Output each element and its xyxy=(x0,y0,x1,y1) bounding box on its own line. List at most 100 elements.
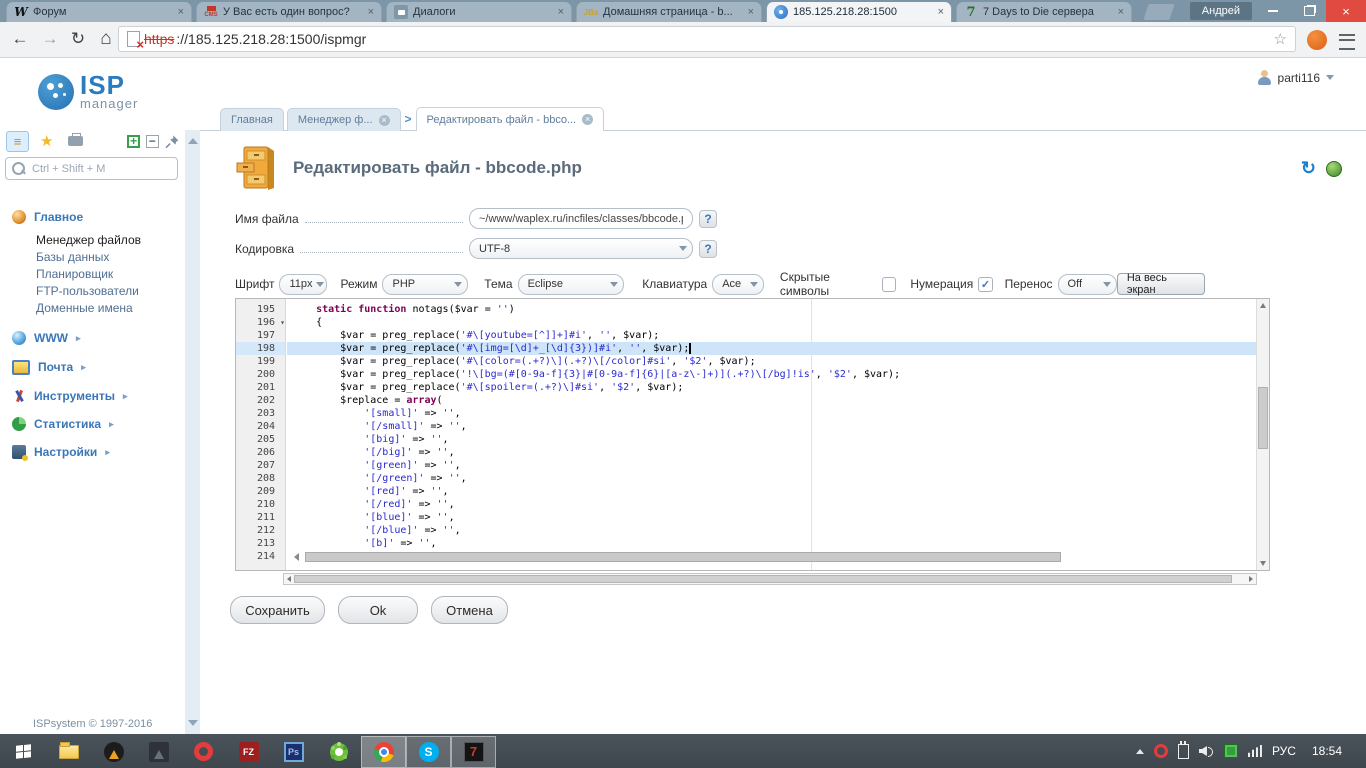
sidebar-splitter[interactable] xyxy=(185,130,200,734)
browser-tab[interactable]: 185.125.218.28:1500× xyxy=(766,2,952,22)
line-number[interactable]: 207 xyxy=(236,459,285,472)
globe-icon[interactable] xyxy=(1326,161,1342,177)
tab-edit-file[interactable]: Редактировать файл - bbco... × xyxy=(416,107,605,131)
taskbar-icq-button[interactable] xyxy=(316,736,361,768)
back-icon[interactable]: ← xyxy=(6,25,34,53)
line-number[interactable]: 213 xyxy=(236,537,285,550)
language-indicator[interactable]: РУС xyxy=(1272,744,1296,758)
browser-tab[interactable]: WФорум× xyxy=(6,2,192,22)
help-icon[interactable]: ? xyxy=(699,210,717,228)
user-menu[interactable]: parti116 xyxy=(1257,70,1334,85)
taskbar-filezilla-button[interactable]: FZ xyxy=(226,736,271,768)
outer-horizontal-scrollbar[interactable] xyxy=(283,573,1257,585)
ispmanager-logo[interactable]: ISP manager xyxy=(38,74,138,111)
code-line[interactable]: '[/small]' => '', xyxy=(287,420,1256,433)
tray-chip-icon[interactable] xyxy=(1224,744,1238,758)
scroll-right-icon[interactable] xyxy=(1249,576,1253,582)
taskbar-wot-button[interactable] xyxy=(136,736,181,768)
tray-speaker-icon[interactable] xyxy=(1199,745,1214,757)
forward-icon[interactable]: → xyxy=(36,25,64,53)
line-number[interactable]: 202 xyxy=(236,394,285,407)
code-line[interactable]: '[b]' => '', xyxy=(287,537,1256,550)
home-icon[interactable]: ⌂ xyxy=(92,25,120,53)
fold-icon[interactable]: ▾ xyxy=(280,316,285,329)
window-close-button[interactable]: × xyxy=(1326,0,1366,22)
browser-tab[interactable]: Диалоги× xyxy=(386,2,572,22)
menu-icon[interactable] xyxy=(1339,34,1355,50)
line-number[interactable]: 203 xyxy=(236,407,285,420)
reload-icon[interactable]: ↻ xyxy=(64,25,92,53)
code-line[interactable]: '[green]' => '', xyxy=(287,459,1256,472)
scroll-up-icon[interactable] xyxy=(1260,303,1266,308)
tab-close-icon[interactable]: × xyxy=(178,6,184,18)
bookmark-star-icon[interactable]: ☆ xyxy=(1274,30,1287,48)
line-number[interactable]: 204 xyxy=(236,420,285,433)
sidebar-item-главное[interactable]: Главное xyxy=(12,210,182,224)
sidebar-subitem[interactable]: Менеджер файлов xyxy=(36,232,182,249)
taskbar-explorer-button[interactable] xyxy=(46,736,91,768)
hidden-chars-checkbox[interactable] xyxy=(882,277,896,292)
tab-main[interactable]: Главная xyxy=(220,108,284,131)
code-editor[interactable]: 195196▾197198199200201202203204205206207… xyxy=(235,298,1270,571)
taskbar-alert-button[interactable] xyxy=(91,736,136,768)
code-line[interactable] xyxy=(287,551,1256,564)
extension-icon[interactable] xyxy=(1307,30,1327,50)
sidebar-search[interactable] xyxy=(5,157,178,180)
tab-close-icon[interactable]: × xyxy=(1118,6,1124,18)
sidebar-item-почта[interactable]: Почта▸ xyxy=(12,359,182,375)
help-icon[interactable]: ? xyxy=(699,240,717,258)
theme-select[interactable]: Eclipse xyxy=(518,274,625,295)
refresh-icon[interactable]: ↻ xyxy=(1301,158,1316,179)
taskbar-skype-button[interactable]: S xyxy=(406,736,451,768)
editor-horizontal-scrollbar[interactable] xyxy=(292,551,1256,563)
line-number[interactable]: 201 xyxy=(236,381,285,394)
tray-power-icon[interactable] xyxy=(1178,744,1189,759)
start-button[interactable] xyxy=(0,734,46,768)
numbering-checkbox[interactable]: ✓ xyxy=(978,277,992,292)
tree-view-button[interactable]: ≡ xyxy=(6,131,29,152)
sidebar-item-настройки[interactable]: Настройки▸ xyxy=(12,445,182,459)
save-button[interactable]: Сохранить xyxy=(230,596,325,624)
code-line[interactable]: '[small]' => '', xyxy=(287,407,1256,420)
tab-close-icon[interactable]: × xyxy=(558,6,564,18)
browser-tab[interactable]: CMSУ Вас есть один вопрос?× xyxy=(196,2,382,22)
code-line[interactable]: $var = preg_replace('#\[youtube=[^]]+]#i… xyxy=(287,329,1256,342)
window-restore-button[interactable] xyxy=(1292,0,1326,22)
taskbar-photoshop-button[interactable]: Ps xyxy=(271,736,316,768)
code-line[interactable]: $var = preg_replace('#\[spoiler=(.+?)\]#… xyxy=(287,381,1256,394)
code-line[interactable]: '[/big]' => '', xyxy=(287,446,1256,459)
line-number[interactable]: 214 xyxy=(236,550,285,563)
line-number[interactable]: 209 xyxy=(236,485,285,498)
code-line[interactable]: $replace = array( xyxy=(287,394,1256,407)
new-tab-button[interactable] xyxy=(1143,4,1174,20)
cancel-button[interactable]: Отмена xyxy=(431,596,508,624)
collapse-up-icon[interactable] xyxy=(188,138,198,144)
scroll-left-icon[interactable] xyxy=(294,553,299,561)
line-number[interactable]: 200 xyxy=(236,368,285,381)
favorites-button[interactable]: ★ xyxy=(35,131,58,152)
line-number[interactable]: 211 xyxy=(236,511,285,524)
sidebar-subitem[interactable]: FTP-пользователи xyxy=(36,283,182,300)
pin-icon[interactable] xyxy=(165,134,179,149)
fullscreen-button[interactable]: На весь экран xyxy=(1117,273,1205,295)
chrome-profile-badge[interactable]: Андрей xyxy=(1190,2,1252,20)
line-number[interactable]: 208 xyxy=(236,472,285,485)
code-line[interactable]: '[/blue]' => '', xyxy=(287,524,1256,537)
font-select[interactable]: 11px xyxy=(279,274,327,295)
filename-input[interactable] xyxy=(469,208,693,229)
tab-close-icon[interactable]: × xyxy=(748,6,754,18)
collapse-down-icon[interactable] xyxy=(188,720,198,726)
expand-all-icon[interactable]: + xyxy=(127,135,140,148)
scroll-down-icon[interactable] xyxy=(1260,561,1266,566)
scroll-left-icon[interactable] xyxy=(287,576,291,582)
clock[interactable]: 18:54 xyxy=(1312,744,1342,758)
browser-tab[interactable]: 77 Days to Die сервера× xyxy=(956,2,1132,22)
code-line[interactable]: '[/green]' => '', xyxy=(287,472,1256,485)
wrap-select[interactable]: Off xyxy=(1058,274,1117,295)
sidebar-item-инструменты[interactable]: Инструменты▸ xyxy=(12,389,182,403)
line-number[interactable]: 210 xyxy=(236,498,285,511)
window-minimize-button[interactable] xyxy=(1256,0,1290,22)
tab-close-icon[interactable]: × xyxy=(368,6,374,18)
mode-select[interactable]: PHP xyxy=(382,274,468,295)
line-number[interactable]: 196▾ xyxy=(236,316,285,329)
